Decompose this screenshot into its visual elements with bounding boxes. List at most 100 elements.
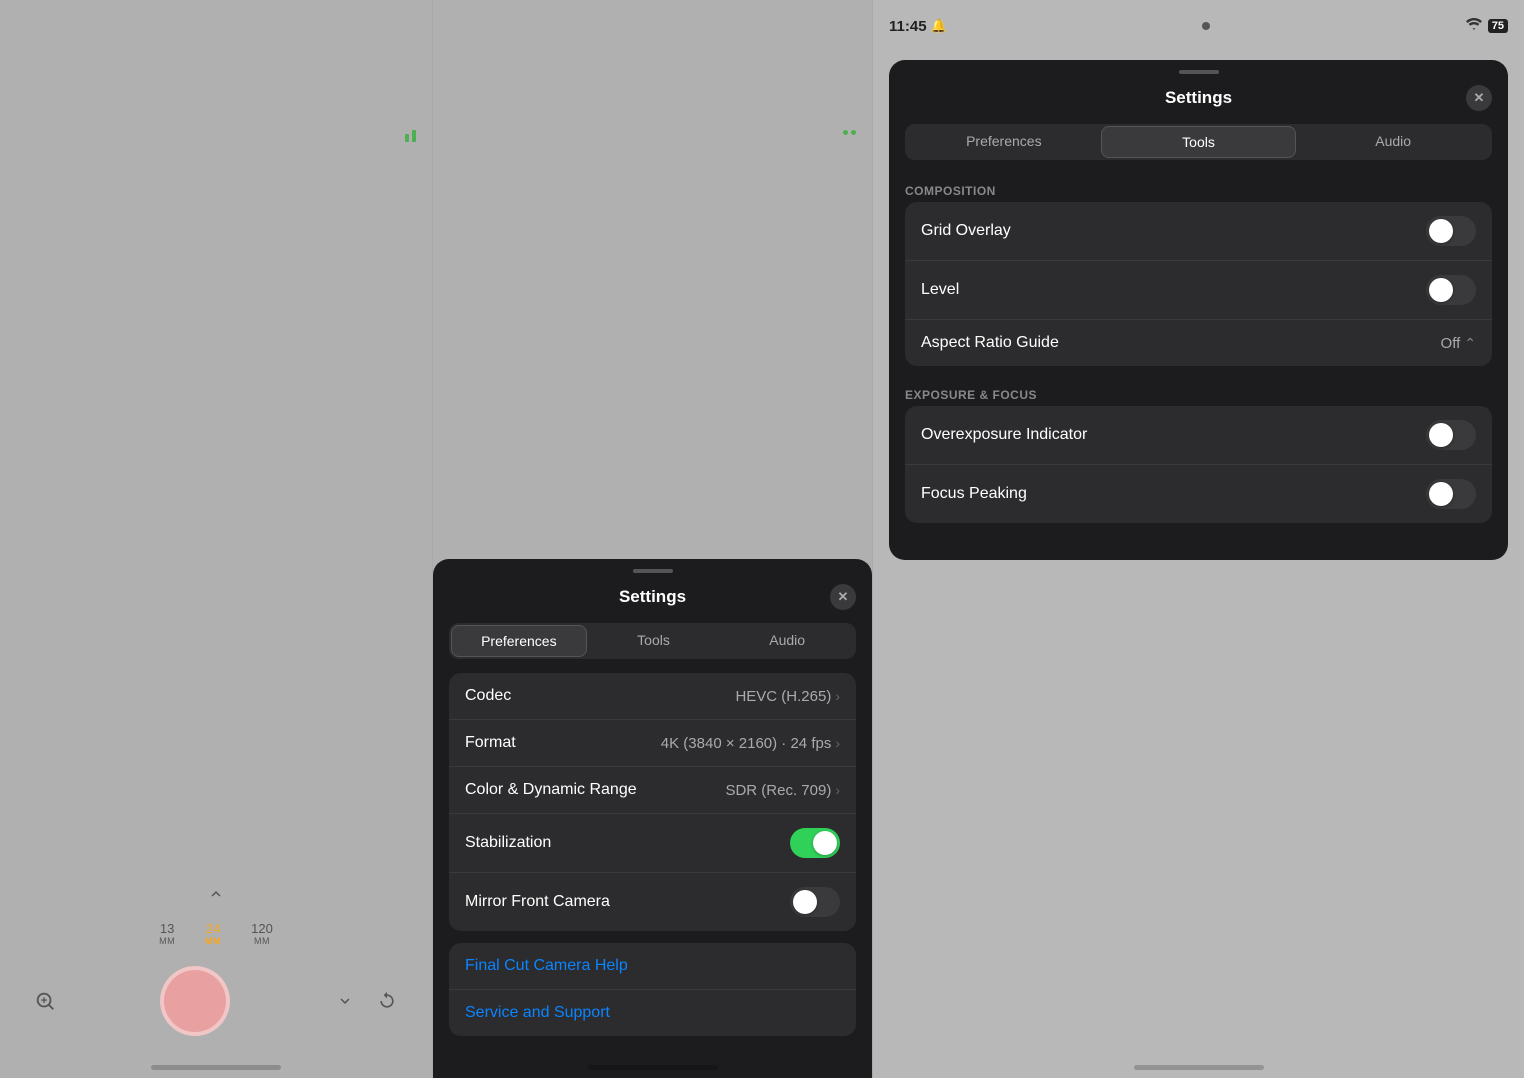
color-range-row[interactable]: Color & Dynamic Range SDR (Rec. 709) › [449,767,856,814]
focus-peaking-toggle[interactable] [1426,479,1476,509]
home-indicator-2 [588,1065,718,1070]
home-indicator-1 [151,1065,281,1070]
chevron-color: › [835,782,840,798]
modal-bottom-spacer [433,1048,872,1078]
zoom-button[interactable] [28,984,62,1018]
sheet-tabs: Preferences Tools Audio [905,124,1492,160]
aspect-ratio-row[interactable]: Aspect Ratio Guide Off ⌃ [905,320,1492,366]
right-controls [328,984,404,1018]
sheet-tab-tools[interactable]: Tools [1101,126,1297,158]
modal-header: Settings ✕ [433,573,872,617]
modal-title: Settings [619,587,686,607]
settings-tabs: Preferences Tools Audio [449,623,856,659]
overexposure-label: Overexposure Indicator [921,426,1087,444]
exposure-section-label: EXPOSURE & FOCUS [889,378,1508,406]
sheet-tab-preferences[interactable]: Preferences [907,126,1101,158]
color-range-value: SDR (Rec. 709) › [725,782,840,799]
status-bar-3: 11:45 🔔 75 [873,0,1524,44]
links-section: Final Cut Camera Help Service and Suppor… [449,943,856,1036]
tab-preferences[interactable]: Preferences [451,625,587,657]
codec-row[interactable]: Codec HEVC (H.265) › [449,673,856,720]
bell-icon-3: 🔔 [931,18,947,34]
bar2 [412,130,416,142]
panel-1: 11:32 🔔 78 HEVC · SDR · 4K · 24 fps [0,0,432,1078]
panel-2: 11:33 🔔 78 HEVC · SDR · 4K · 24 fps [432,0,872,1078]
stabilization-thumb [813,831,837,855]
signal-bars-1 [405,130,416,142]
grid-overlay-thumb [1429,219,1453,243]
overexposure-thumb [1429,423,1453,447]
status-right-3: 75 [1466,17,1508,35]
battery-3: 75 [1488,19,1508,33]
panel-3-bg: 11:45 🔔 75 Settings ✕ Preferences [873,0,1524,1078]
stabilization-row: Stabilization [449,814,856,873]
format-label: Format [465,734,516,752]
level-toggle[interactable] [1426,275,1476,305]
sheet-close-button[interactable]: ✕ [1466,85,1492,111]
aspect-ratio-label: Aspect Ratio Guide [921,334,1059,352]
mirror-thumb [793,890,817,914]
mirror-row: Mirror Front Camera [449,873,856,931]
mirror-toggle[interactable] [790,887,840,917]
tab-tools[interactable]: Tools [587,625,721,657]
shutter-button[interactable] [160,966,230,1036]
overexposure-row: Overexposure Indicator [905,406,1492,465]
codec-label: Codec [465,687,511,705]
bottom-controls-1: 13 MM 24 MM 120 MM [0,879,432,1078]
aspect-ratio-value: Off ⌃ [1441,335,1476,352]
format-row[interactable]: Format 4K (3840 × 2160) · 24 fps › [449,720,856,767]
time-3: 11:45 🔔 [889,18,947,35]
composition-section: Grid Overlay Level Aspect Ratio Guide [905,202,1492,366]
mirror-label: Mirror Front Camera [465,893,610,911]
rotate-button[interactable] [370,984,404,1018]
grid-overlay-row: Grid Overlay [905,202,1492,261]
format-value: 4K (3840 × 2160) · 24 fps › [661,735,840,752]
stabilization-toggle[interactable] [790,828,840,858]
help-link-row[interactable]: Final Cut Camera Help [449,943,856,990]
overexposure-toggle[interactable] [1426,420,1476,450]
stabilization-label: Stabilization [465,834,551,852]
settings-sheet-tools: Settings ✕ Preferences Tools Audio COMPO… [889,60,1508,560]
focal-24[interactable]: 24 MM [205,921,221,946]
codec-value: HEVC (H.265) › [735,688,840,705]
level-label: Level [921,281,959,299]
color-range-label: Color & Dynamic Range [465,781,637,799]
grid-overlay-label: Grid Overlay [921,222,1011,240]
wifi-icon-3 [1466,17,1482,35]
home-indicator-3 [1134,1065,1264,1070]
focal-13[interactable]: 13 MM [159,921,175,946]
tab-audio[interactable]: Audio [720,625,854,657]
focal-120[interactable]: 120 MM [251,921,273,946]
sheet-header: Settings ✕ [889,74,1508,118]
preferences-section: Codec HEVC (H.265) › Format 4K (3840 × 2… [449,673,856,931]
dot-center-3 [1202,22,1210,30]
chevron-aspect: ⌃ [1464,335,1476,352]
level-thumb [1429,278,1453,302]
final-cut-help-link[interactable]: Final Cut Camera Help [465,957,628,975]
exposure-section: Overexposure Indicator Focus Peaking [905,406,1492,523]
focus-peaking-thumb [1429,482,1453,506]
sheet-title: Settings [1165,88,1232,108]
focus-peaking-label: Focus Peaking [921,485,1027,503]
focus-peaking-row: Focus Peaking [905,465,1492,523]
settings-modal-preferences: Settings ✕ Preferences Tools Audio Codec… [433,559,872,1078]
modal-close-button[interactable]: ✕ [830,584,856,610]
chevron-format: › [835,735,840,751]
level-row: Level [905,261,1492,320]
collapse-button[interactable] [328,984,362,1018]
dot1 [843,130,848,135]
composition-section-label: COMPOSITION [889,174,1508,202]
sheet-tab-audio[interactable]: Audio [1296,126,1490,158]
service-support-link[interactable]: Service and Support [465,1004,610,1022]
expand-up-icon[interactable] [201,879,231,909]
grid-overlay-toggle[interactable] [1426,216,1476,246]
focal-row-1: 13 MM 24 MM 120 MM [0,913,432,954]
support-link-row[interactable]: Service and Support [449,990,856,1036]
bar1 [405,134,409,142]
dot2 [851,130,856,135]
signal-dots-2 [843,130,856,135]
panel-3: 11:45 🔔 75 Settings ✕ Preferences [872,0,1524,1078]
chevron-codec: › [835,688,840,704]
clock-3: 11:45 [889,18,927,35]
shutter-row-1 [0,954,432,1048]
